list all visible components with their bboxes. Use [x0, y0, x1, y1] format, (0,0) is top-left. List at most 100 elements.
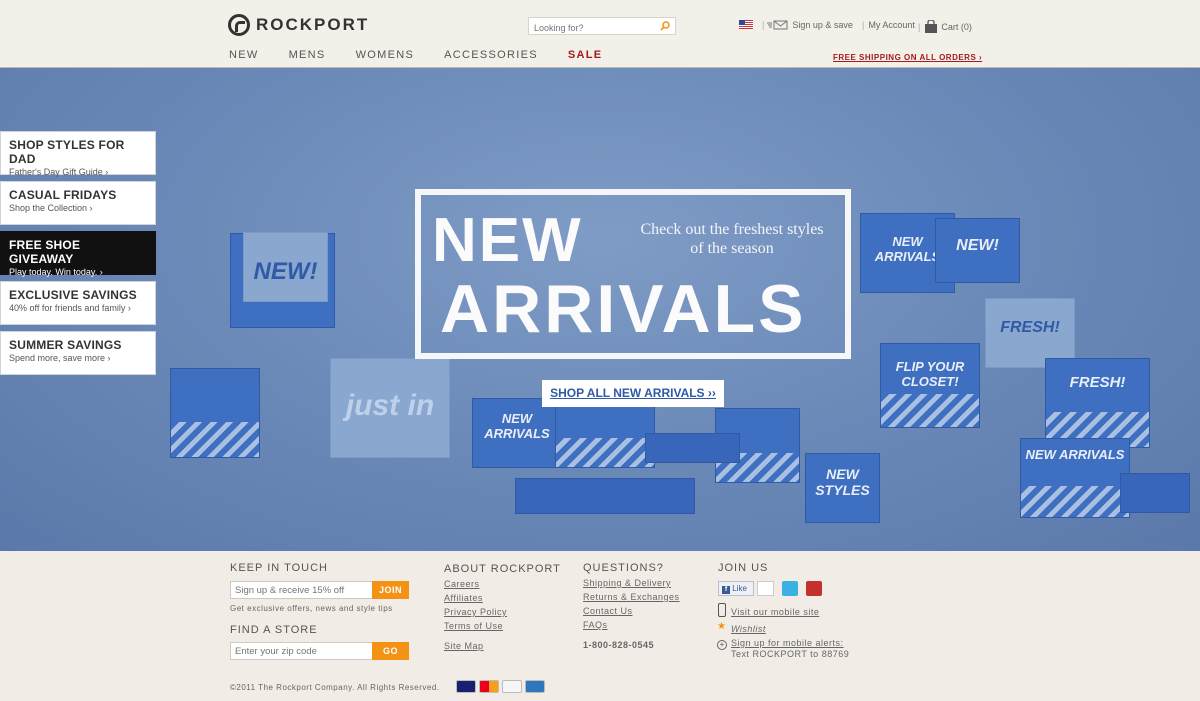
- discover-icon: [502, 680, 522, 693]
- go-button[interactable]: GO: [372, 642, 409, 660]
- my-account-link[interactable]: | My Account: [862, 20, 915, 30]
- mobile-phone-icon: [718, 603, 726, 617]
- wishlist-link[interactable]: Wishlist: [731, 622, 766, 636]
- promo-shop-dad[interactable]: SHOP STYLES FOR DAD Father's Day Gift Gu…: [0, 131, 156, 177]
- headline-subtitle: Check out the freshest styles of the sea…: [640, 221, 824, 257]
- nav-womens[interactable]: WOMENS: [356, 49, 415, 61]
- box-just-in: just in: [330, 358, 450, 458]
- box-label: NEW STYLES: [815, 466, 870, 498]
- box-label: NEW!: [253, 258, 318, 285]
- promo-subtitle: Father's Day Gift Guide ›: [9, 167, 109, 177]
- site-header: ROCKPORT | Sign up & save | My Account |…: [0, 0, 1200, 68]
- find-store-heading: FIND A STORE: [230, 624, 318, 636]
- copyright: ©2011 The Rockport Company. All Rights R…: [230, 683, 440, 692]
- zip-code-input[interactable]: [230, 642, 373, 660]
- keep-in-touch-heading: KEEP IN TOUCH: [230, 562, 328, 574]
- cart-link[interactable]: | Cart (0): [918, 20, 972, 33]
- mobile-alerts-instructions: Text ROCKPORT to 88769: [731, 649, 850, 659]
- box-new-2: NEW!: [935, 218, 1020, 283]
- nav-accessories[interactable]: ACCESSORIES: [444, 49, 538, 61]
- headline-new: NEW: [432, 206, 583, 275]
- questions-heading: QUESTIONS?: [583, 562, 664, 574]
- floor-tile: [515, 478, 695, 514]
- like-label: Like: [732, 584, 747, 593]
- terms-of-use-link[interactable]: Terms of Use: [444, 619, 503, 633]
- box-label: FLIP YOUR CLOSET!: [895, 359, 965, 389]
- about-heading: ABOUT ROCKPORT: [444, 563, 561, 575]
- my-account-label: My Account: [868, 20, 915, 30]
- nav-mens[interactable]: MENS: [289, 49, 326, 61]
- amex-icon: [525, 680, 545, 693]
- promo-subtitle: 40% off for friends and family ›: [9, 303, 131, 313]
- returns-exchanges-link[interactable]: Returns & Exchanges: [583, 590, 680, 604]
- box-label: NEW ARRIVALS: [484, 411, 550, 441]
- box-new-arrivals: NEW ARRIVALS: [472, 398, 562, 468]
- striped-box: [170, 368, 260, 458]
- signup-label: Sign up & save: [792, 20, 853, 30]
- box-new-arrivals-3: NEW ARRIVALS: [1020, 438, 1130, 518]
- promo-summer-savings[interactable]: SUMMER SAVINGS Spend more, save more ›: [0, 331, 156, 375]
- phone-number: 1-800-828-0545: [583, 640, 655, 650]
- envelope-icon: [767, 20, 788, 30]
- star-icon: ★: [717, 621, 726, 632]
- promo-title: SHOP STYLES FOR DAD: [9, 138, 125, 166]
- promo-title: FREE SHOE GIVEAWAY: [9, 238, 81, 266]
- join-button[interactable]: JOIN: [372, 581, 409, 599]
- mobile-site-link[interactable]: Visit our mobile site: [731, 605, 819, 619]
- site-map-link[interactable]: Site Map: [444, 639, 484, 653]
- promo-shoe-giveaway[interactable]: FREE SHOE GIVEAWAY Play today. Win today…: [0, 231, 156, 277]
- rockport-logo[interactable]: ROCKPORT: [228, 14, 369, 36]
- floor-tile: [645, 433, 740, 463]
- promo-title: EXCLUSIVE SAVINGS: [9, 288, 137, 302]
- like-count: [757, 581, 774, 596]
- box-label: FRESH!: [1000, 319, 1060, 336]
- affiliates-link[interactable]: Affiliates: [444, 591, 483, 605]
- box-flip-closet: FLIP YOUR CLOSET!: [880, 343, 980, 428]
- search-icon[interactable]: [660, 21, 670, 31]
- signup-note: Get exclusive offers, news and style tip…: [230, 604, 393, 613]
- promo-subtitle: Shop the Collection ›: [9, 203, 93, 213]
- promo-subtitle: Spend more, save more ›: [9, 353, 111, 363]
- box-new-styles: NEW STYLES: [805, 453, 880, 523]
- site-footer: KEEP IN TOUCH JOIN Get exclusive offers,…: [0, 551, 1200, 701]
- search-input[interactable]: [529, 20, 651, 36]
- privacy-policy-link[interactable]: Privacy Policy: [444, 605, 507, 619]
- shopping-bag-icon: [925, 20, 938, 33]
- box-label: FRESH!: [1069, 374, 1126, 391]
- facebook-icon: f: [722, 586, 730, 594]
- us-flag-icon[interactable]: [739, 20, 753, 29]
- mobile-alerts-link[interactable]: Sign up for mobile alerts:: [731, 638, 844, 649]
- promo-casual-fridays[interactable]: CASUAL FRIDAYS Shop the Collection ›: [0, 181, 156, 225]
- join-us-heading: JOIN US: [718, 562, 769, 574]
- search-box: [528, 17, 676, 36]
- plus-circle-icon: +: [717, 640, 727, 650]
- box-fresh-2: FRESH!: [1045, 358, 1150, 448]
- main-nav: NEW MENS WOMENS ACCESSORIES SALE: [229, 49, 632, 61]
- promo-subtitle: Play today. Win today. ›: [9, 267, 103, 277]
- youtube-icon[interactable]: [806, 581, 822, 596]
- box-label: just in: [345, 389, 435, 422]
- cart-label: Cart (0): [941, 21, 972, 32]
- shop-new-arrivals-button[interactable]: SHOP ALL NEW ARRIVALS ››: [542, 380, 724, 407]
- signup-link[interactable]: | Sign up & save: [762, 20, 853, 30]
- faqs-link[interactable]: FAQs: [583, 618, 608, 632]
- contact-us-link[interactable]: Contact Us: [583, 604, 633, 618]
- rockport-logo-icon: [228, 14, 250, 36]
- brand-name: ROCKPORT: [256, 15, 370, 34]
- visa-icon: [456, 680, 476, 693]
- shipping-delivery-link[interactable]: Shipping & Delivery: [583, 576, 671, 590]
- box-new: NEW!: [230, 232, 335, 328]
- promo-exclusive-savings[interactable]: EXCLUSIVE SAVINGS 40% off for friends an…: [0, 281, 156, 325]
- free-shipping-link[interactable]: FREE SHIPPING ON ALL ORDERS ›: [833, 53, 982, 62]
- box-label: NEW ARRIVALS: [1025, 447, 1125, 462]
- facebook-like-button[interactable]: f Like: [718, 581, 754, 596]
- hero-banner[interactable]: NEW! just in NEW ARRIVALS NEW ARRIVALS N…: [0, 68, 1200, 551]
- floor-tile: [1120, 473, 1190, 513]
- email-signup-input[interactable]: [230, 581, 373, 599]
- promo-title: SUMMER SAVINGS: [9, 338, 122, 352]
- nav-sale[interactable]: SALE: [568, 49, 603, 61]
- careers-link[interactable]: Careers: [444, 577, 480, 591]
- twitter-icon[interactable]: [782, 581, 798, 596]
- box-label: NEW!: [956, 237, 999, 254]
- nav-new[interactable]: NEW: [229, 49, 259, 61]
